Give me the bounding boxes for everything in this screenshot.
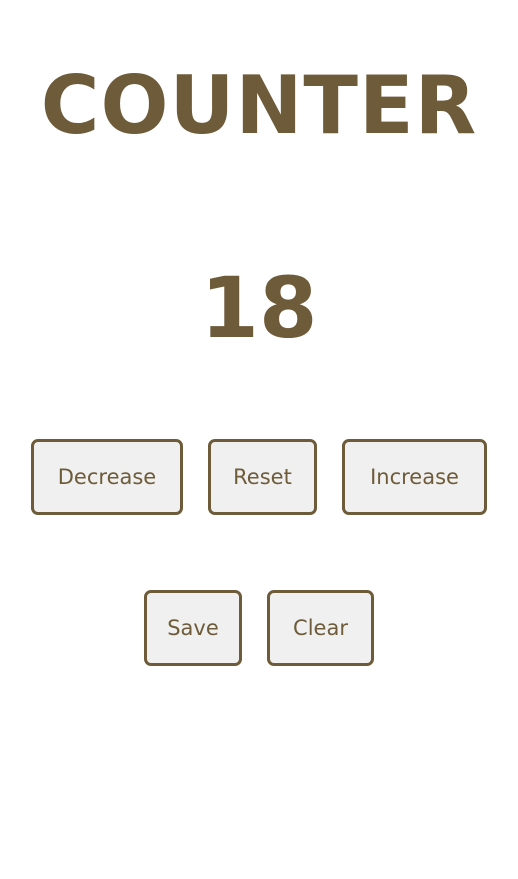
- decrease-button[interactable]: Decrease: [31, 439, 183, 515]
- page-title: COUNTER: [40, 59, 478, 152]
- reset-button[interactable]: Reset: [208, 439, 317, 515]
- increase-button[interactable]: Increase: [342, 439, 487, 515]
- save-button[interactable]: Save: [144, 590, 242, 666]
- counter-value: 18: [200, 259, 318, 357]
- clear-button[interactable]: Clear: [267, 590, 374, 666]
